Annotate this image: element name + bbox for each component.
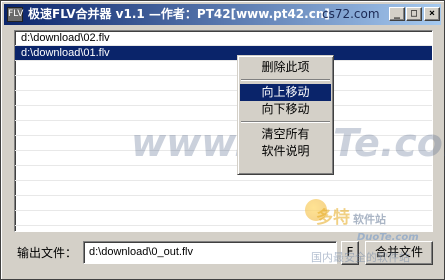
file-list-empty-row: [15, 91, 432, 106]
output-file-field[interactable]: d:\download\0_out.flv: [83, 241, 337, 264]
file-list-item-selected[interactable]: d:\download\01.flv: [15, 46, 432, 61]
menu-separator: [240, 76, 331, 84]
file-list-empty-row: [15, 106, 432, 121]
file-list-item[interactable]: d:\download\02.flv: [15, 31, 432, 46]
file-list-empty-row: [15, 211, 432, 226]
window-title: 极速FLV合并器 v1.1 —作者：PT42[www.pt42.cn]: [28, 7, 330, 21]
context-menu: 删除此项 向上移动 向下移动 清空所有 软件说明: [237, 55, 334, 175]
file-list-empty-row: [15, 61, 432, 76]
file-list-empty-row: [15, 196, 432, 211]
merge-files-button[interactable]: 合并文件: [365, 241, 433, 265]
menu-item-delete[interactable]: 删除此项: [240, 59, 331, 76]
title-bar[interactable]: FLV 极速FLV合并器 v1.1 —作者：PT42[www.pt42.cn] …: [4, 4, 441, 25]
file-list-empty-row: [15, 76, 432, 91]
output-file-label: 输出文件：: [17, 246, 78, 260]
app-icon[interactable]: FLV: [7, 7, 23, 22]
close-button[interactable]: ×: [424, 7, 440, 21]
browse-button[interactable]: F: [341, 241, 359, 265]
file-listbox[interactable]: d:\download\02.flv d:\download\01.flv: [14, 30, 433, 232]
minimize-button[interactable]: _: [389, 7, 405, 21]
title-watermark: cs72.com: [322, 7, 380, 21]
maximize-button[interactable]: □: [406, 7, 422, 21]
file-list-empty-row: [15, 121, 432, 136]
menu-item-clear-all[interactable]: 清空所有: [240, 126, 331, 143]
file-list-empty-row: [15, 166, 432, 181]
menu-item-help[interactable]: 软件说明: [240, 143, 331, 160]
file-list-empty-row: [15, 151, 432, 166]
file-list-empty-row: [15, 136, 432, 151]
app-window: FLV 极速FLV合并器 v1.1 —作者：PT42[www.pt42.cn] …: [0, 0, 445, 280]
menu-item-move-up[interactable]: 向上移动: [240, 84, 331, 101]
menu-separator: [240, 118, 331, 126]
file-list-empty-row: [15, 181, 432, 196]
menu-item-move-down[interactable]: 向下移动: [240, 101, 331, 118]
